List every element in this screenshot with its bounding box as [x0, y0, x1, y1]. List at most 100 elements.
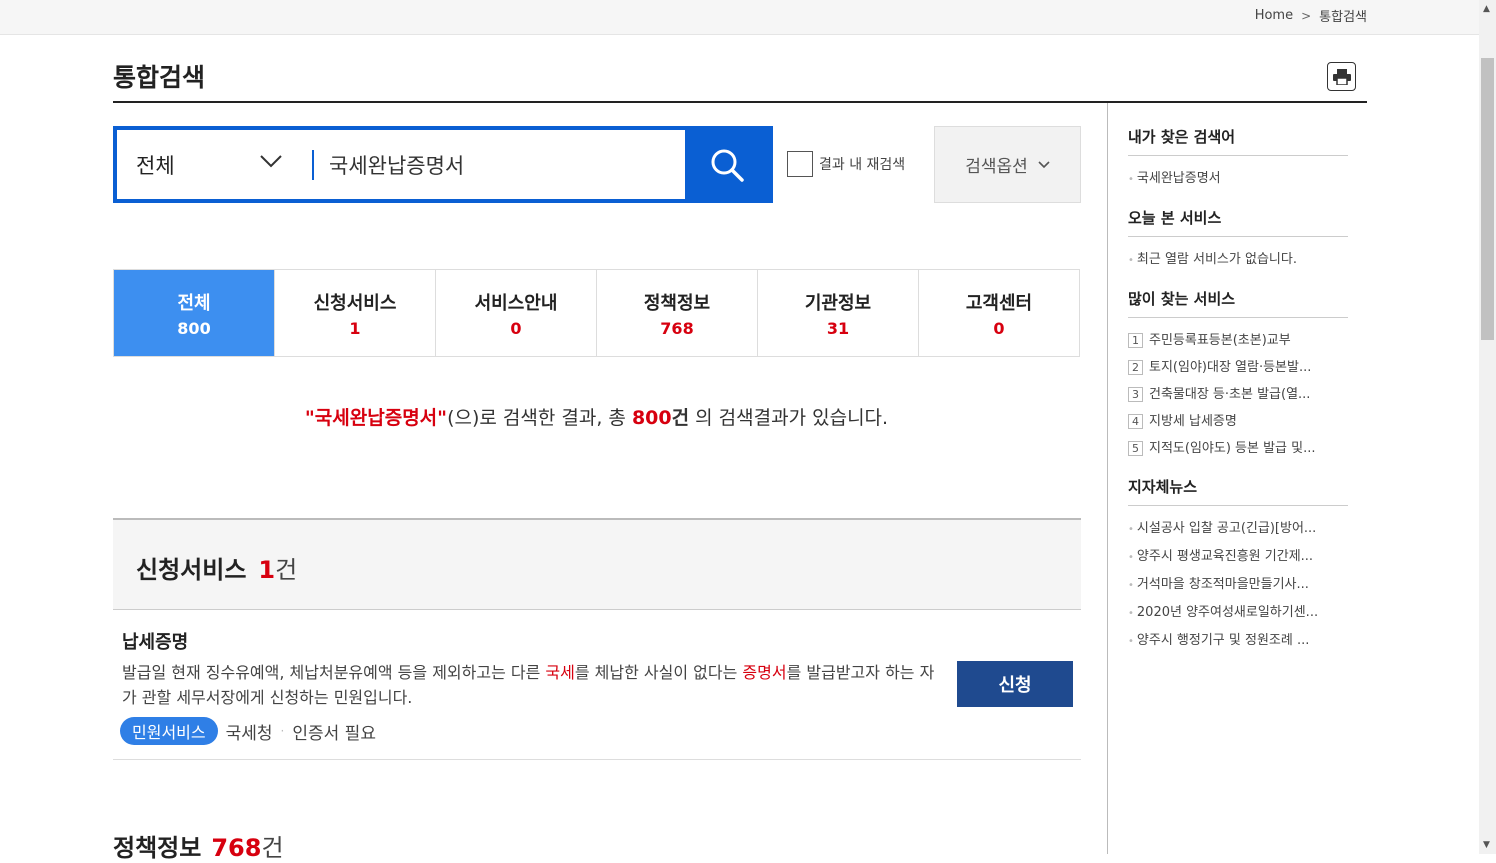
tab-count: 800: [177, 318, 211, 338]
chevron-right-icon: >: [1301, 8, 1312, 23]
list-item[interactable]: • 2020년 양주여성새로일하기센...: [1128, 599, 1348, 627]
tab-label: 전체: [177, 292, 211, 314]
list-item: • 최근 열람 서비스가 없습니다.: [1128, 246, 1348, 274]
tab-count: 768: [660, 318, 694, 338]
search-box: 전체 국세완납증명서: [113, 126, 773, 203]
summary-unit: 건: [671, 407, 690, 429]
breadcrumb-home[interactable]: Home: [1255, 8, 1293, 23]
local-news-list: • 시설공사 입찰 공고(긴급)[방어... • 양주시 평생교육진흥원 기간제..…: [1128, 506, 1348, 669]
scroll-down-icon[interactable]: ▼: [1483, 840, 1490, 850]
list-item[interactable]: • 양주시 행정기구 및 정원조례 ...: [1128, 627, 1348, 655]
section-header-policy-info: 정책정보 768건: [113, 828, 284, 863]
desc-text: 를 체납한 사실이 없다는: [574, 663, 743, 682]
list-item[interactable]: 4 지방세 납세증명: [1128, 408, 1348, 435]
agency-label: 국세청: [225, 723, 273, 744]
list-item[interactable]: • 시설공사 입찰 공고(긴급)[방어...: [1128, 515, 1348, 543]
tab-count: 0: [510, 318, 522, 338]
list-item[interactable]: 3 건축물대장 등·초본 발급(열...: [1128, 381, 1348, 408]
sidebar-divider: [1107, 103, 1108, 854]
section-count: 1: [258, 556, 276, 584]
sidebar-title-today-services: 오늘 본 서비스: [1128, 207, 1348, 237]
tab-count: 31: [826, 318, 850, 338]
list-item[interactable]: 2 토지(임야)대장 열람·등본발...: [1128, 354, 1348, 381]
today-services-list: • 최근 열람 서비스가 없습니다.: [1128, 237, 1348, 288]
desc-text: 발급일 현재 징수유예액, 체납처분유예액 등을 제외하고는 다른: [122, 663, 546, 682]
list-item[interactable]: • 양주시 평생교육진흥원 기간제...: [1128, 543, 1348, 571]
section-unit: 건: [275, 556, 298, 584]
result-description: 발급일 현재 징수유예액, 체납처분유예액 등을 제외하고는 다른 국세를 체납…: [122, 660, 937, 710]
list-item-label: 주민등록표등본(초본)교부: [1149, 333, 1291, 348]
breadcrumb-current[interactable]: 통합검색: [1319, 6, 1367, 25]
tab-label: 신청서비스: [313, 292, 397, 314]
list-item-label: 토지(임야)대장 열람·등본발...: [1149, 360, 1312, 375]
tab-label: 정책정보: [643, 292, 711, 314]
page-title: 통합검색: [113, 63, 206, 92]
search-button[interactable]: [685, 130, 769, 199]
chevron-down-icon: [1038, 160, 1050, 168]
title-divider: [113, 101, 1367, 103]
search-options-label: 검색옵션: [965, 157, 1028, 177]
list-item-label: 지적도(임야도) 등본 발급 및...: [1149, 441, 1316, 456]
tab-service-guide[interactable]: 서비스안내 0: [436, 270, 597, 356]
list-item[interactable]: 1 주민등록표등본(초본)교부: [1128, 327, 1348, 354]
tab-label: 고객센터: [965, 292, 1033, 314]
separator-dot: ·: [280, 724, 285, 738]
list-item-label: 시설공사 입찰 공고(긴급)[방어...: [1136, 521, 1317, 536]
list-item-label: 양주시 행정기구 및 정원조례 ...: [1136, 633, 1310, 648]
result-title[interactable]: 납세증명: [122, 628, 188, 654]
requirement-label: 인증서 필요: [292, 723, 376, 744]
apply-button[interactable]: 신청: [957, 661, 1073, 707]
bullet-icon: •: [1128, 174, 1134, 185]
tab-policy-info[interactable]: 정책정보 768: [597, 270, 758, 356]
section-title: 정책정보: [113, 834, 202, 862]
tab-customer-center[interactable]: 고객센터 0: [919, 270, 1079, 356]
result-item: 납세증명 발급일 현재 징수유예액, 체납처분유예액 등을 제외하고는 다른 국…: [113, 610, 1081, 760]
scrollbar-thumb[interactable]: [1481, 58, 1494, 340]
summary-total: 800: [631, 407, 672, 429]
result-tags: 민원서비스 국세청 · 인증서 필요: [120, 717, 376, 745]
summary-text: (으)로 검색한 결과, 총: [447, 407, 632, 429]
search-query-text: 국세완납증명서: [329, 153, 465, 178]
list-item-label: 거석마을 창조적마을만들기사...: [1136, 577, 1309, 592]
list-item-label: 국세완납증명서: [1136, 171, 1221, 186]
rank-badge: 5: [1128, 441, 1143, 456]
list-item-label: 양주시 평생교육진흥원 기간제...: [1136, 549, 1314, 564]
rank-badge: 2: [1128, 360, 1143, 375]
section-count: 768: [211, 834, 262, 862]
re-search-toggle[interactable]: 결과 내 재검색: [787, 151, 905, 177]
tab-application-services[interactable]: 신청서비스 1: [275, 270, 436, 356]
tab-count: 1: [349, 318, 361, 338]
search-input[interactable]: 국세완납증명서: [314, 130, 685, 199]
list-item[interactable]: 5 지적도(임야도) 등본 발급 및...: [1128, 435, 1348, 462]
tab-all[interactable]: 전체 800: [114, 270, 275, 356]
result-summary: "국세완납증명서"(으)로 검색한 결과, 총 800건 의 검색결과가 있습니…: [113, 403, 1080, 430]
bullet-icon: •: [1128, 636, 1134, 647]
print-button[interactable]: [1327, 62, 1356, 91]
category-tabs: 전체 800 신청서비스 1 서비스안내 0 정책정보 768 기관정보 31 …: [113, 269, 1080, 357]
vertical-scrollbar[interactable]: ▲ ▼: [1479, 0, 1496, 854]
top-bar: Home > 통합검색: [0, 0, 1479, 35]
chevron-down-icon: [260, 155, 282, 168]
list-item[interactable]: • 국세완납증명서: [1128, 165, 1348, 193]
bullet-icon: •: [1128, 524, 1134, 535]
tab-label: 서비스안내: [474, 292, 558, 314]
search-options-button[interactable]: 검색옵션: [934, 126, 1081, 203]
list-item[interactable]: • 거석마을 창조적마을만들기사...: [1128, 571, 1348, 599]
rank-badge: 3: [1128, 387, 1143, 402]
tab-agency-info[interactable]: 기관정보 31: [758, 270, 919, 356]
summary-text: 의 검색결과가 있습니다.: [689, 407, 889, 429]
re-search-label: 결과 내 재검색: [819, 157, 906, 173]
scroll-up-icon[interactable]: ▲: [1483, 4, 1490, 14]
tab-label: 기관정보: [804, 292, 872, 314]
search-scope-select[interactable]: 전체: [117, 130, 312, 199]
recent-keywords-list: • 국세완납증명서: [1128, 156, 1348, 207]
list-item-label: 지방세 납세증명: [1149, 414, 1237, 429]
rank-badge: 1: [1128, 333, 1143, 348]
search-scope-value: 전체: [136, 153, 175, 178]
printer-icon: [1332, 68, 1351, 85]
list-item-label: 건축물대장 등·초본 발급(열...: [1149, 387, 1311, 402]
category-badge: 민원서비스: [120, 717, 218, 745]
search-icon: [711, 149, 744, 182]
breadcrumb: Home > 통합검색: [1255, 6, 1367, 25]
re-search-checkbox[interactable]: [787, 151, 813, 177]
